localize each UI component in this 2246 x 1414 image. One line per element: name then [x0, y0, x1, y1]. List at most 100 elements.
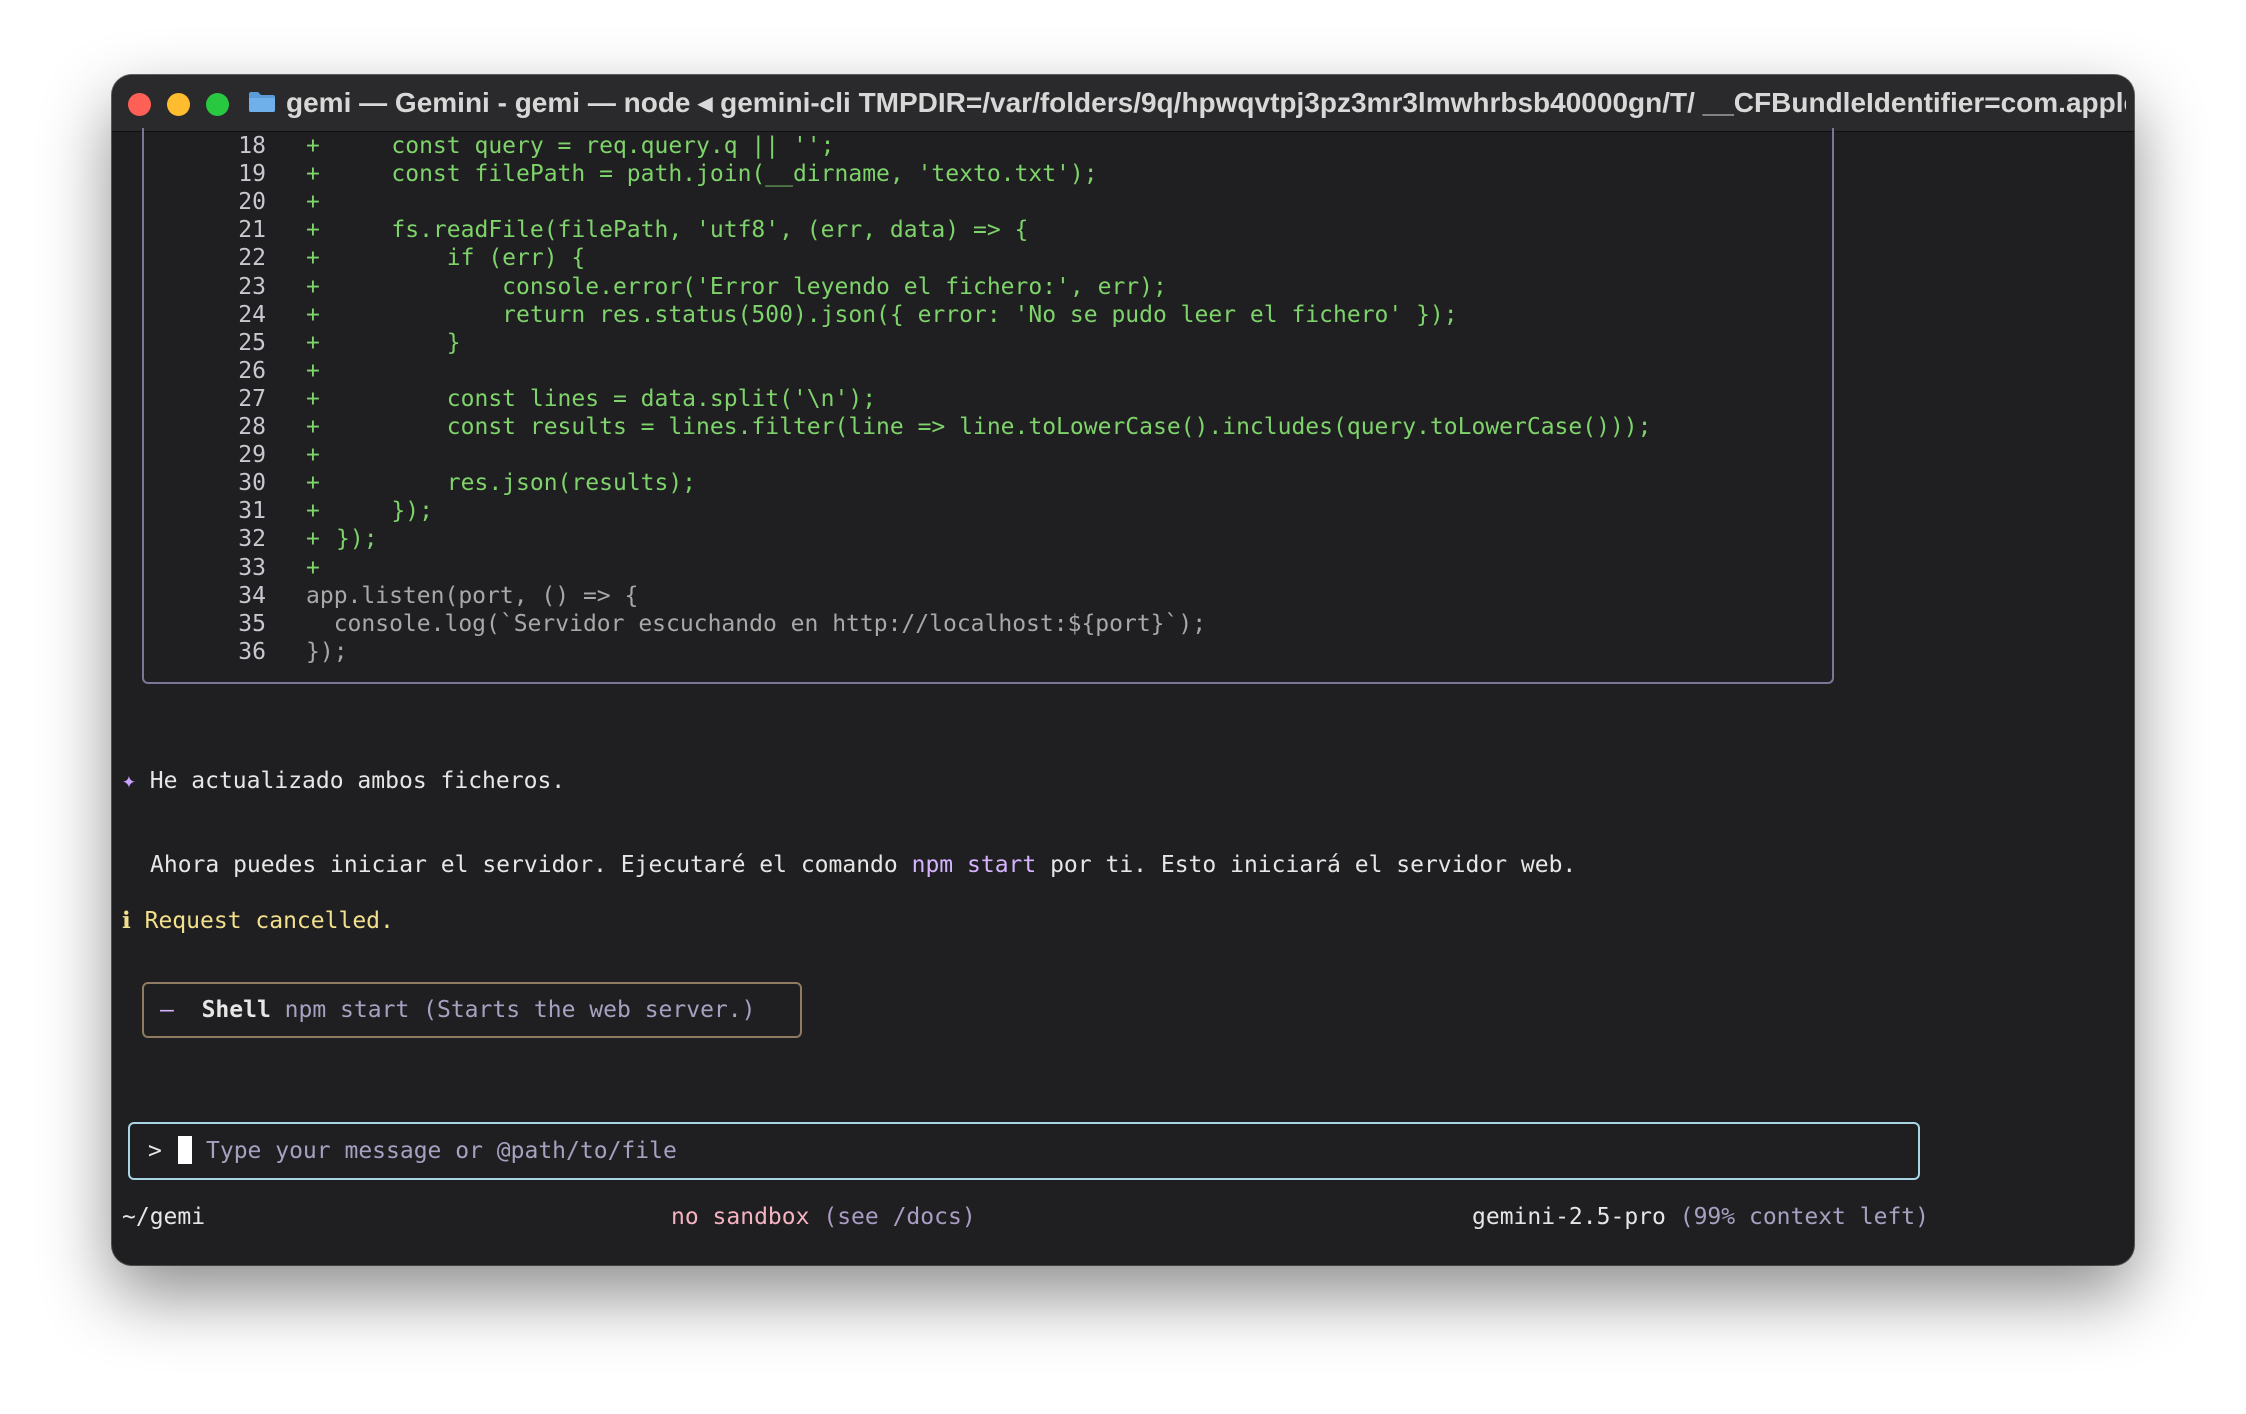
diff-line: 26 + [142, 357, 1802, 385]
line-number: 23 [238, 273, 266, 300]
title-bar: gemi — Gemini - gemi — node ◂ gemini-cli… [112, 75, 2134, 132]
diff-line: 25 + } [142, 329, 1802, 357]
cwd-label: ~/gemi [122, 1204, 206, 1230]
line-number: 18 [238, 133, 266, 159]
close-window-button[interactable] [128, 93, 151, 116]
diff-line: 21 + fs.readFile(filePath, 'utf8', (err, … [142, 216, 1802, 244]
line-number: 19 [238, 161, 266, 188]
code-text: const lines = data.split('\n'); [336, 385, 877, 412]
diff-line: 22 + if (err) { [142, 244, 1802, 272]
diff-line: 29 + [142, 441, 1802, 469]
diff-line: 33 + [142, 554, 1802, 582]
line-number: 30 [238, 470, 266, 497]
diff-sign: + [306, 273, 320, 300]
line-number: 33 [238, 554, 266, 581]
minimize-window-button[interactable] [167, 93, 190, 116]
sandbox-status: no sandbox (see /docs) [671, 1202, 976, 1232]
diff-sign: + [306, 245, 320, 272]
diff-sign: + [306, 414, 320, 440]
line-number: 27 [238, 385, 266, 412]
line-number: 32 [238, 526, 266, 553]
code-text: console.log(`Servidor escuchando en http… [306, 610, 1207, 637]
tool-description: npm start (Starts the web server.) [284, 997, 756, 1023]
line-number: 28 [238, 414, 266, 440]
code-text: const query = req.query.q || ''; [336, 133, 835, 159]
diff-sign: + [306, 133, 320, 159]
update-text: He actualizado ambos ficheros. [149, 768, 566, 794]
terminal-window: gemi — Gemini - gemi — node ◂ gemini-cli… [112, 75, 2134, 1265]
model-name: gemini-2.5-pro [1472, 1204, 1666, 1230]
diff-sign: + [306, 329, 320, 356]
code-text: app.listen(port, () => { [306, 582, 639, 609]
line-number: 21 [238, 217, 266, 244]
diff-sign: + [306, 470, 320, 497]
diff-sign: + [306, 385, 320, 412]
diff-sign: + [306, 301, 320, 328]
line-number: 34 [238, 582, 266, 609]
line-number: 29 [238, 442, 266, 469]
diff-line: 30 + res.json(results); [142, 469, 1802, 497]
tool-status-icon: – [160, 997, 174, 1023]
sparkle-icon: ✦ [122, 768, 136, 794]
diff-sign: + [306, 357, 320, 384]
code-text: }); [336, 526, 378, 553]
diff-line: 19 + const filePath = path.join(__dirname… [142, 160, 1802, 188]
diff-sign: + [306, 161, 320, 188]
code-text: const results = lines.filter(line => lin… [336, 414, 1652, 440]
code-text: return res.status(500).json({ error: 'No… [336, 301, 1458, 328]
diff-sign: + [306, 498, 320, 525]
sandbox-hint: (see /docs) [823, 1204, 976, 1230]
run-message-prefix: Ahora puedes iniciar el servidor. Ejecut… [150, 852, 912, 878]
terminal-content: 18 + const query = req.query.q || ''; 19 + … [112, 128, 2134, 1265]
code-text: if (err) { [336, 245, 586, 272]
code-text: } [336, 329, 461, 356]
code-text: const filePath = path.join(__dirname, 't… [336, 161, 1098, 188]
window-title: gemi — Gemini - gemi — node ◂ gemini-cli… [286, 87, 2126, 118]
text-cursor [178, 1136, 192, 1164]
diff-line: 23 + console.error('Error leyendo el fich… [142, 273, 1802, 301]
tool-name: Shell [201, 997, 271, 1023]
diff-line: 24 + return res.status(500).json({ error:… [142, 301, 1802, 329]
code-text: res.json(results); [336, 470, 697, 497]
diff-line: 28 + const results = lines.filter(line =>… [142, 413, 1802, 441]
context-left: (99% context left) [1679, 1204, 1929, 1230]
code-text: console.error('Error leyendo el fichero:… [336, 273, 1167, 300]
message-input[interactable]: Type your message or @path/to/file [206, 1136, 677, 1166]
prompt-symbol: > [148, 1138, 162, 1164]
message-input-box[interactable]: > Type your message or @path/to/file [128, 1122, 1920, 1180]
line-number: 22 [238, 245, 266, 272]
folder-icon [249, 92, 275, 112]
diff-line: 18 + const query = req.query.q || ''; [142, 132, 1802, 160]
diff-line: 36}); [142, 638, 1802, 666]
info-message: ℹ Request cancelled. [122, 906, 394, 936]
maximize-window-button[interactable] [206, 93, 229, 116]
diff-line: 31 + }); [142, 497, 1802, 525]
diff-line: 20 + [142, 188, 1802, 216]
model-status: gemini-2.5-pro (99% context left) [1472, 1202, 1929, 1232]
diff-sign: + [306, 526, 320, 553]
diff-sign: + [306, 554, 320, 581]
line-number: 26 [238, 357, 266, 384]
code-text: }); [336, 498, 433, 525]
diff-line: 27 + const lines = data.split('\n'); [142, 385, 1802, 413]
code-text: fs.readFile(filePath, 'utf8', (err, data… [336, 217, 1029, 244]
code-text: }); [306, 638, 348, 665]
tool-call-box: – Shell npm start (Starts the web server… [142, 982, 802, 1038]
diff-sign: + [306, 442, 320, 469]
assistant-message: ✦ He actualizado ambos ficheros. [122, 766, 565, 796]
run-message: Ahora puedes iniciar el servidor. Ejecut… [150, 850, 1576, 880]
run-command: npm start [911, 852, 1037, 878]
diff-sign: + [306, 217, 320, 244]
line-number: 36 [238, 638, 266, 665]
diff-line: 35 console.log(`Servidor escuchando en h… [142, 610, 1802, 638]
line-number: 35 [238, 610, 266, 637]
run-message-suffix: por ti. Esto iniciará el servidor web. [1036, 852, 1577, 878]
diff-sign: + [306, 189, 320, 216]
line-number: 31 [238, 498, 266, 525]
line-number: 25 [238, 329, 266, 356]
info-icon: ℹ [122, 908, 131, 934]
info-text: Request cancelled. [144, 908, 394, 934]
tool-call-line: – Shell npm start (Starts the web server… [160, 995, 755, 1025]
line-number: 20 [238, 189, 266, 216]
diff-line: 32 +}); [142, 525, 1802, 553]
